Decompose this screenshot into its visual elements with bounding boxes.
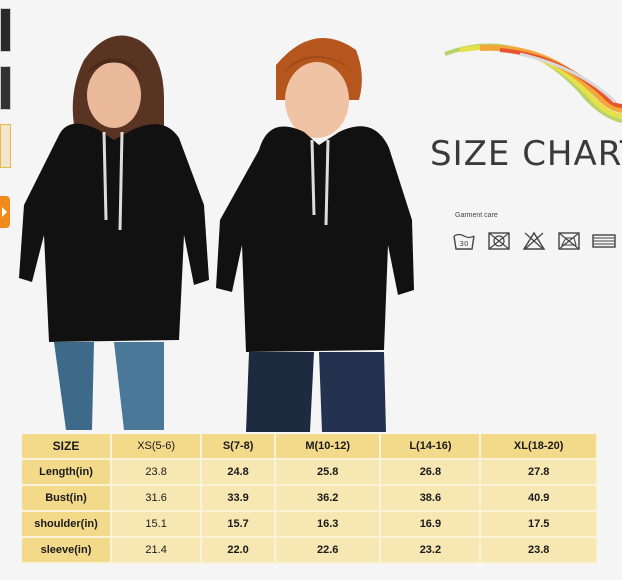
table-cell: 22.0 <box>202 538 276 564</box>
table-cell: 22.6 <box>275 538 382 564</box>
table-cell: 26.8 <box>381 460 482 486</box>
column-header: S(7-8) <box>202 434 276 460</box>
row-label: sleeve(in) <box>22 538 112 564</box>
table-cell: 33.9 <box>202 486 276 512</box>
table-row: Length(in) 23.8 24.8 25.8 26.8 27.8 <box>22 460 598 486</box>
table-cell: 38.6 <box>381 486 482 512</box>
table-header-row: SIZE XS(5-6) S(7-8) M(10-12) L(14-16) XL… <box>22 434 598 460</box>
no-tumble-dry-icon <box>522 231 546 250</box>
row-label: Length(in) <box>22 460 112 486</box>
wash-30-icon: 30 <box>453 233 475 250</box>
table-cell: 24.8 <box>202 460 276 486</box>
table-cell: 15.1 <box>112 512 203 538</box>
table-cell: 31.6 <box>112 486 203 512</box>
table-cell: 23.2 <box>381 538 482 564</box>
wash-temp-label: 30 <box>460 240 469 248</box>
column-header: XL(18-20) <box>481 434 598 460</box>
table-cell: 40.9 <box>481 486 598 512</box>
table-cell: 21.4 <box>112 538 203 564</box>
table-row: sleeve(in) 21.4 22.0 22.6 23.2 23.8 <box>22 538 598 564</box>
girl-figure <box>19 35 209 430</box>
thumbnail-2[interactable] <box>0 66 11 110</box>
flat-dry-icon <box>592 234 616 248</box>
table-row: Bust(in) 31.6 33.9 36.2 38.6 40.9 <box>22 486 598 512</box>
product-photo <box>19 35 414 432</box>
row-label: Bust(in) <box>22 486 112 512</box>
no-iron-icon <box>558 232 580 250</box>
size-chart-title: SIZE CHART <box>430 134 622 174</box>
table-cell: 27.8 <box>481 460 598 486</box>
table-row: shoulder(in) 15.1 15.7 16.3 16.9 17.5 <box>22 512 598 538</box>
table-cell: 23.8 <box>481 538 598 564</box>
table-cell: 16.9 <box>381 512 482 538</box>
table-cell: 16.3 <box>275 512 382 538</box>
no-bleach-icon <box>488 232 510 250</box>
table-cell: 36.2 <box>275 486 382 512</box>
table-cell: 25.8 <box>275 460 382 486</box>
size-table: SIZE XS(5-6) S(7-8) M(10-12) L(14-16) XL… <box>22 434 598 564</box>
table-cell: 23.8 <box>112 460 203 486</box>
swoosh-graphic <box>444 43 622 123</box>
table-cell: 17.5 <box>481 512 598 538</box>
thumbnail-3[interactable] <box>0 124 11 168</box>
column-header: L(14-16) <box>381 434 482 460</box>
table-cell: 15.7 <box>202 512 276 538</box>
boy-figure <box>216 38 414 432</box>
column-header: XS(5-6) <box>112 434 203 460</box>
row-label: shoulder(in) <box>22 512 112 538</box>
thumbnail-strip <box>0 0 12 240</box>
garment-care-label: Garment care <box>455 212 498 219</box>
care-icons: 30 <box>452 230 616 252</box>
column-header: M(10-12) <box>275 434 382 460</box>
thumbnail-1[interactable] <box>0 8 11 52</box>
table-corner: SIZE <box>22 434 112 460</box>
next-arrow-icon[interactable] <box>0 196 10 228</box>
